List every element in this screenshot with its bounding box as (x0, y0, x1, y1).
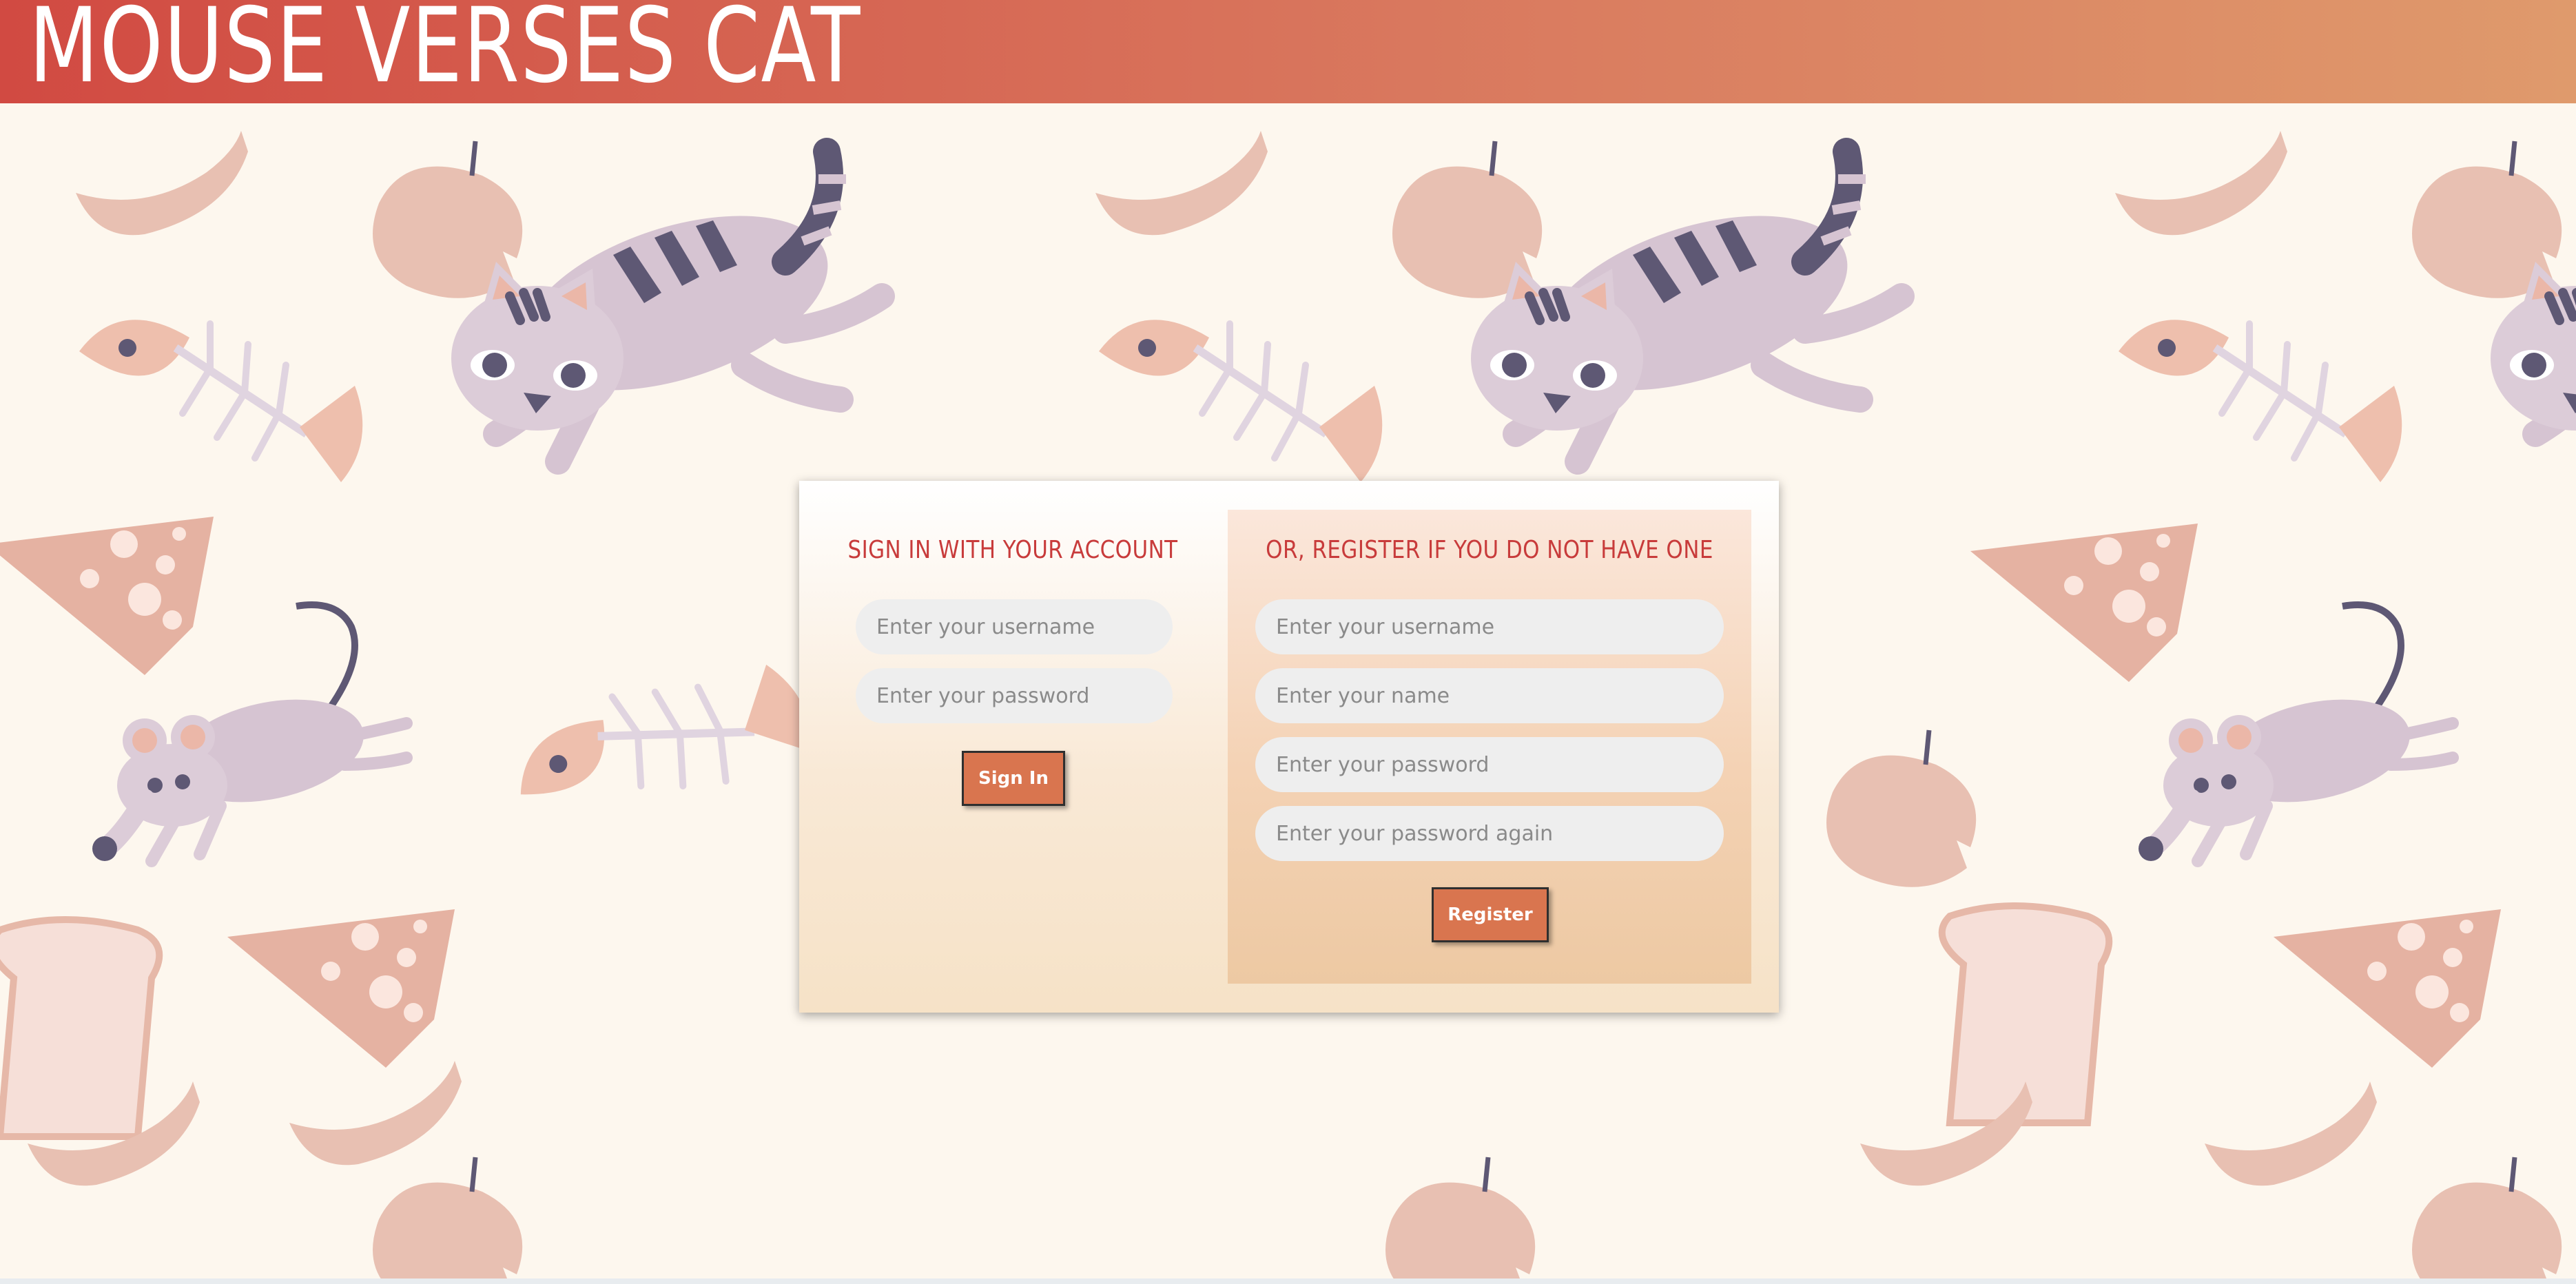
signin-panel: SIGN IN WITH YOUR ACCOUNT Sign In (799, 481, 1226, 1013)
page: MOUSE VERSES CAT SIGN IN WITH YOUR ACCOU… (0, 0, 2576, 1284)
register-panel: OR, REGISTER IF YOU DO NOT HAVE ONE Regi… (1228, 510, 1751, 984)
signin-username-input[interactable] (856, 599, 1173, 654)
signin-password-input[interactable] (856, 668, 1173, 723)
app-header: MOUSE VERSES CAT (0, 0, 2576, 103)
register-button[interactable]: Register (1432, 887, 1549, 942)
register-heading: OR, REGISTER IF YOU DO NOT HAVE ONE (1266, 536, 1713, 564)
bottom-strip (0, 1278, 2576, 1284)
signin-heading: SIGN IN WITH YOUR ACCOUNT (847, 536, 1178, 564)
register-name-input[interactable] (1255, 668, 1724, 723)
sign-in-button[interactable]: Sign In (962, 751, 1065, 806)
register-username-input[interactable] (1255, 599, 1724, 654)
auth-card: SIGN IN WITH YOUR ACCOUNT Sign In OR, RE… (799, 481, 1779, 1013)
register-password-again-input[interactable] (1255, 806, 1724, 861)
app-title: MOUSE VERSES CAT (29, 0, 862, 106)
register-password-input[interactable] (1255, 737, 1724, 792)
